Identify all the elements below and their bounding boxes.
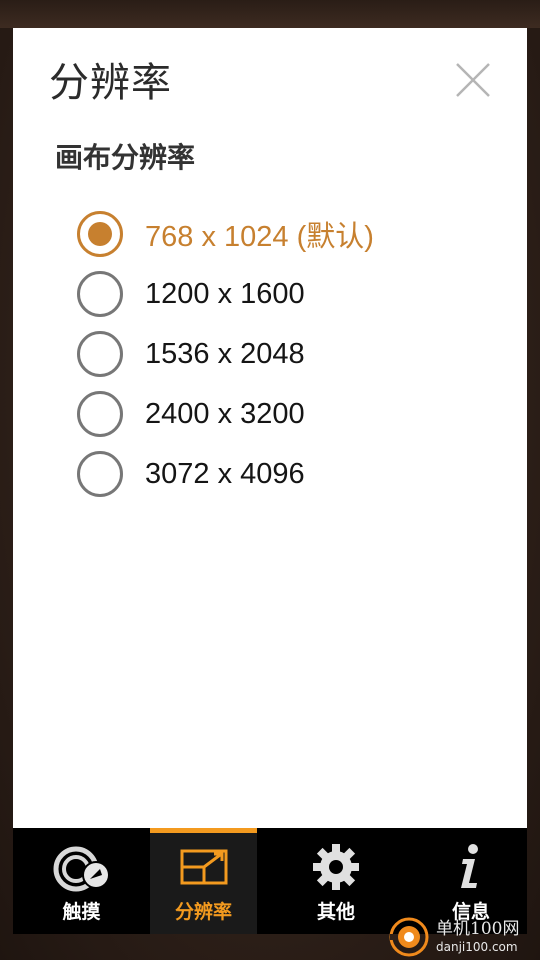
option-label: 1536 x 2048 [145,337,305,370]
option-label: 3072 x 4096 [145,457,305,490]
resolution-option-768x1024[interactable]: 768 x 1024 (默认) [77,204,374,264]
tab-label: 分辨率 [174,901,232,923]
site-watermark: 单机100网 danji100.com [388,914,538,960]
resolution-dialog: 分辨率 画布分辨率 768 x 1024 (默认) 1200 x 1600 15… [13,28,527,828]
radio-button-selected[interactable] [77,211,123,257]
option-label: 2400 x 3200 [145,397,305,430]
watermark-site-name: 单机100网 [436,919,520,939]
radio-button[interactable] [77,331,123,377]
watermark-site-url: danji100.com [436,940,518,954]
resolution-options: 768 x 1024 (默认) 1200 x 1600 1536 x 2048 … [77,204,374,504]
gear-icon [313,844,359,890]
touch-icon [53,846,110,892]
radio-button[interactable] [77,451,123,497]
close-button[interactable] [453,60,493,100]
tab-resolution[interactable]: 分辨率 [150,828,257,934]
resolution-option-1536x2048[interactable]: 1536 x 2048 [77,324,374,384]
option-label: 1200 x 1600 [145,277,305,310]
resolution-option-1200x1600[interactable]: 1200 x 1600 [77,264,374,324]
resolution-icon [180,849,227,885]
tab-label: 触摸 [62,901,101,923]
watermark-logo-icon [389,917,429,957]
resolution-option-3072x4096[interactable]: 3072 x 4096 [77,444,374,504]
background-top [0,0,540,28]
tab-label: 其他 [316,901,355,923]
option-label: 768 x 1024 (默认) [145,221,374,253]
section-title: 画布分辨率 [55,141,196,174]
radio-button[interactable] [77,391,123,437]
info-icon [461,844,478,888]
radio-button[interactable] [77,271,123,317]
close-icon [456,63,490,97]
resolution-option-2400x3200[interactable]: 2400 x 3200 [77,384,374,444]
dialog-title: 分辨率 [49,60,172,106]
tab-touch[interactable]: 触摸 [13,828,150,934]
